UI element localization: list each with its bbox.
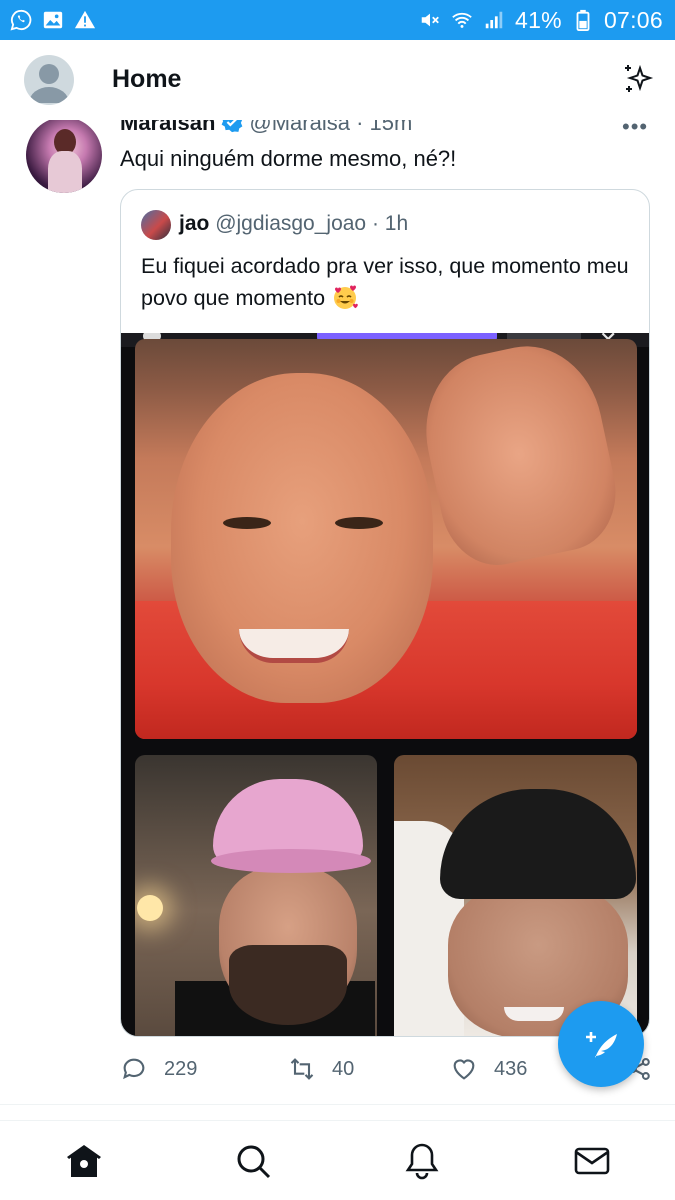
black-cap (440, 789, 636, 899)
compose-tweet-button[interactable] (558, 1001, 644, 1087)
sparkle-icon[interactable] (620, 62, 654, 96)
signal-icon (483, 9, 505, 31)
image-icon (42, 9, 64, 31)
mute-icon (419, 9, 441, 31)
reply-icon (123, 1058, 145, 1080)
pink-cap-visor (211, 849, 371, 873)
status-time: 07:06 (603, 6, 663, 33)
search-icon[interactable] (233, 1141, 273, 1181)
tweet-text: Aqui ninguém dorme mesmo, né?! (120, 146, 457, 171)
retweet-count: 40 (332, 1057, 355, 1080)
battery-icon (572, 9, 594, 31)
ceiling-light (137, 895, 163, 921)
quoted-tweet-time: · 1h (371, 212, 409, 235)
live-participant-right (394, 755, 637, 1036)
eye (223, 517, 271, 529)
warning-icon (74, 9, 96, 31)
quoted-author-avatar (141, 210, 171, 240)
eye (335, 517, 383, 529)
status-bar-left (10, 9, 96, 31)
compose-feather-icon (586, 1032, 617, 1058)
quoted-author-handle: @jgdiasgo_joao (215, 212, 367, 235)
messages-icon[interactable] (572, 1141, 612, 1181)
like-button[interactable]: 436 (450, 1055, 527, 1083)
retweet-icon (290, 1058, 314, 1080)
battery-percent: 41% (515, 6, 562, 33)
page-title: Home (112, 65, 182, 93)
status-bar: 41% 07:06 (0, 0, 675, 40)
tweet[interactable]: Maraisah @Maraisa · 15m ••• Aqui ninguém … (0, 100, 675, 1100)
notifications-icon[interactable] (402, 1141, 442, 1181)
quoted-tweet-header: jao @jgdiasgo_joao · 1h (179, 212, 408, 236)
smile (239, 629, 349, 663)
home-icon[interactable] (64, 1141, 104, 1181)
heart-icon (453, 1059, 475, 1080)
quoted-media-video[interactable]: ✕ (121, 333, 649, 1036)
smiling-face-with-hearts-icon (331, 283, 359, 311)
like-count: 436 (494, 1057, 528, 1080)
beard (229, 945, 347, 1025)
status-bar-right: 41% 07:06 (419, 7, 663, 34)
bottom-navigation (0, 1120, 675, 1200)
retweet-button[interactable]: 40 (288, 1055, 354, 1083)
smile (504, 1007, 564, 1021)
quoted-tweet-text: Eu fiquei acordado pra ver isso, que mom… (141, 254, 629, 310)
divider (0, 1104, 675, 1105)
profile-avatar-button[interactable] (24, 55, 74, 105)
app-header: Home (0, 40, 675, 120)
quoted-tweet-text-block: Eu fiquei acordado pra ver isso, que mom… (141, 250, 631, 314)
quoted-tweet[interactable]: jao @jgdiasgo_joao · 1h Eu fiquei acorda… (120, 189, 650, 1037)
reply-count: 229 (164, 1057, 198, 1080)
author-avatar[interactable] (26, 117, 102, 193)
whatsapp-icon (10, 9, 32, 31)
live-main-participant (135, 339, 637, 739)
wifi-icon (451, 9, 473, 31)
reply-button[interactable]: 229 (120, 1055, 197, 1083)
live-participant-left (135, 755, 377, 1036)
waving-hand (411, 339, 627, 576)
quoted-author-name: jao (179, 212, 210, 235)
